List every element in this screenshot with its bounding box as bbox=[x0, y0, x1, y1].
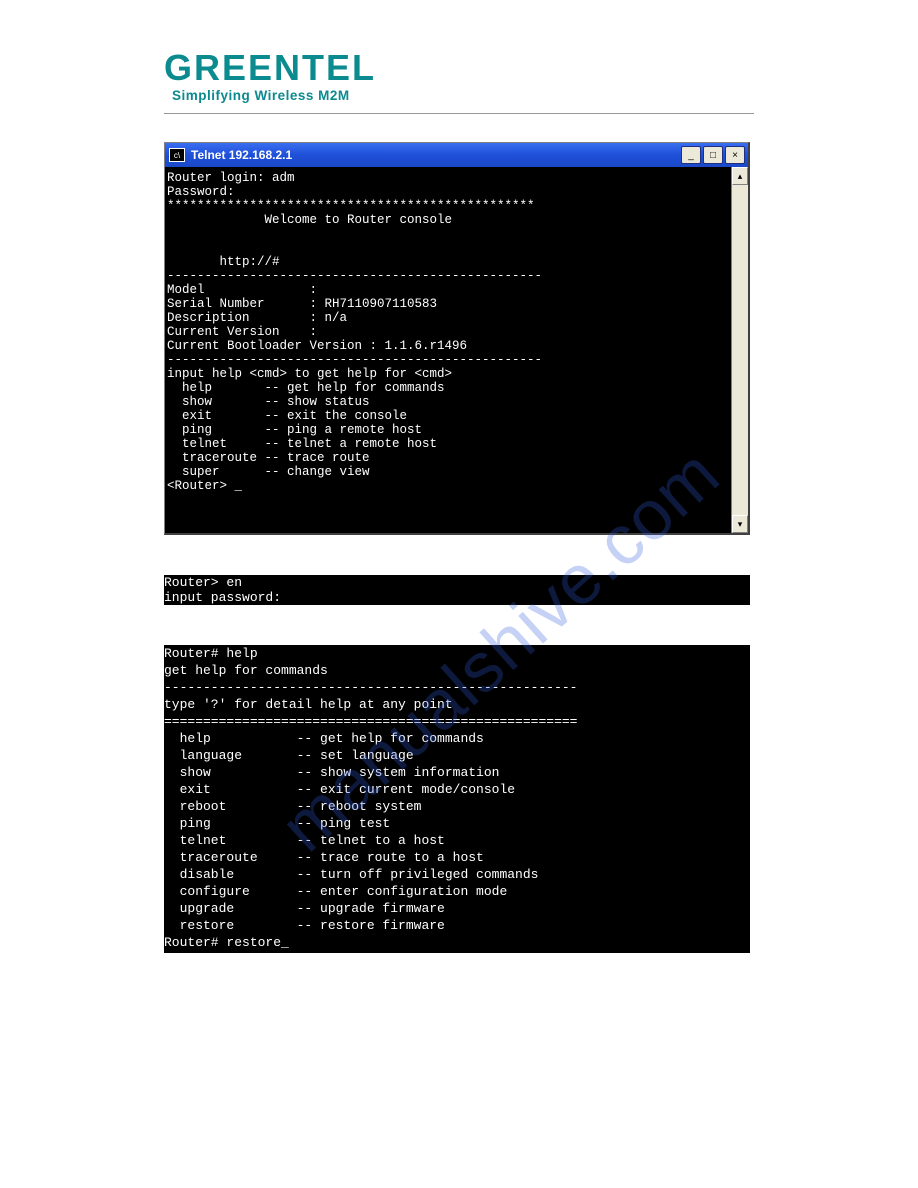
terminal-help-snippet: Router# help get help for commands -----… bbox=[164, 645, 750, 953]
window-body: Router login: adm Password: ************… bbox=[165, 167, 748, 533]
terminal-enable-snippet: Router> en input password: bbox=[164, 575, 750, 605]
close-button[interactable]: × bbox=[725, 146, 745, 164]
scroll-track[interactable] bbox=[732, 185, 748, 515]
cmd-icon: c\ bbox=[169, 148, 185, 162]
window-controls: _ □ × bbox=[681, 146, 745, 164]
document-page: GREENTEL Simplifying Wireless M2M c\ Tel… bbox=[164, 50, 754, 953]
telnet-window: c\ Telnet 192.168.2.1 _ □ × Router login… bbox=[164, 142, 750, 535]
brand-logo: GREENTEL Simplifying Wireless M2M bbox=[164, 50, 754, 103]
scroll-down-icon[interactable]: ▾ bbox=[732, 515, 748, 533]
terminal-output[interactable]: Router login: adm Password: ************… bbox=[165, 167, 731, 533]
logo-tagline: Simplifying Wireless M2M bbox=[172, 88, 754, 103]
logo-main: GREENTEL bbox=[164, 50, 754, 86]
minimize-button[interactable]: _ bbox=[681, 146, 701, 164]
divider bbox=[164, 113, 754, 114]
window-titlebar: c\ Telnet 192.168.2.1 _ □ × bbox=[165, 143, 748, 167]
maximize-button[interactable]: □ bbox=[703, 146, 723, 164]
scrollbar[interactable]: ▴ ▾ bbox=[731, 167, 748, 533]
window-title: Telnet 192.168.2.1 bbox=[191, 148, 681, 162]
scroll-up-icon[interactable]: ▴ bbox=[732, 167, 748, 185]
